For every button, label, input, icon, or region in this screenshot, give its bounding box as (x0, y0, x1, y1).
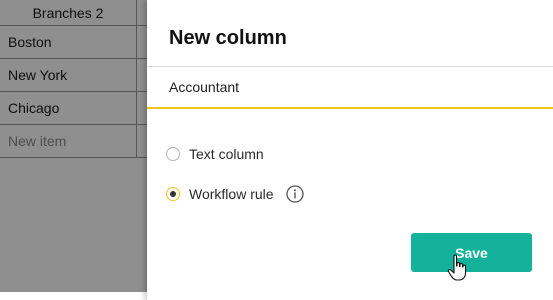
column-name-input[interactable] (147, 67, 553, 109)
option-label: Workflow rule (189, 186, 274, 202)
radio-button-workflow-rule[interactable] (166, 187, 180, 201)
save-button[interactable]: Save (411, 233, 532, 272)
new-column-dialog: New column Text column Workflow rule Sav… (147, 0, 553, 300)
dialog-title: New column (169, 27, 287, 49)
workflow-rule-option[interactable]: Workflow rule (166, 185, 304, 203)
info-icon[interactable] (285, 185, 304, 203)
radio-button-text-column[interactable] (166, 147, 180, 161)
text-column-option[interactable]: Text column (166, 146, 264, 162)
option-label: Text column (189, 146, 264, 162)
